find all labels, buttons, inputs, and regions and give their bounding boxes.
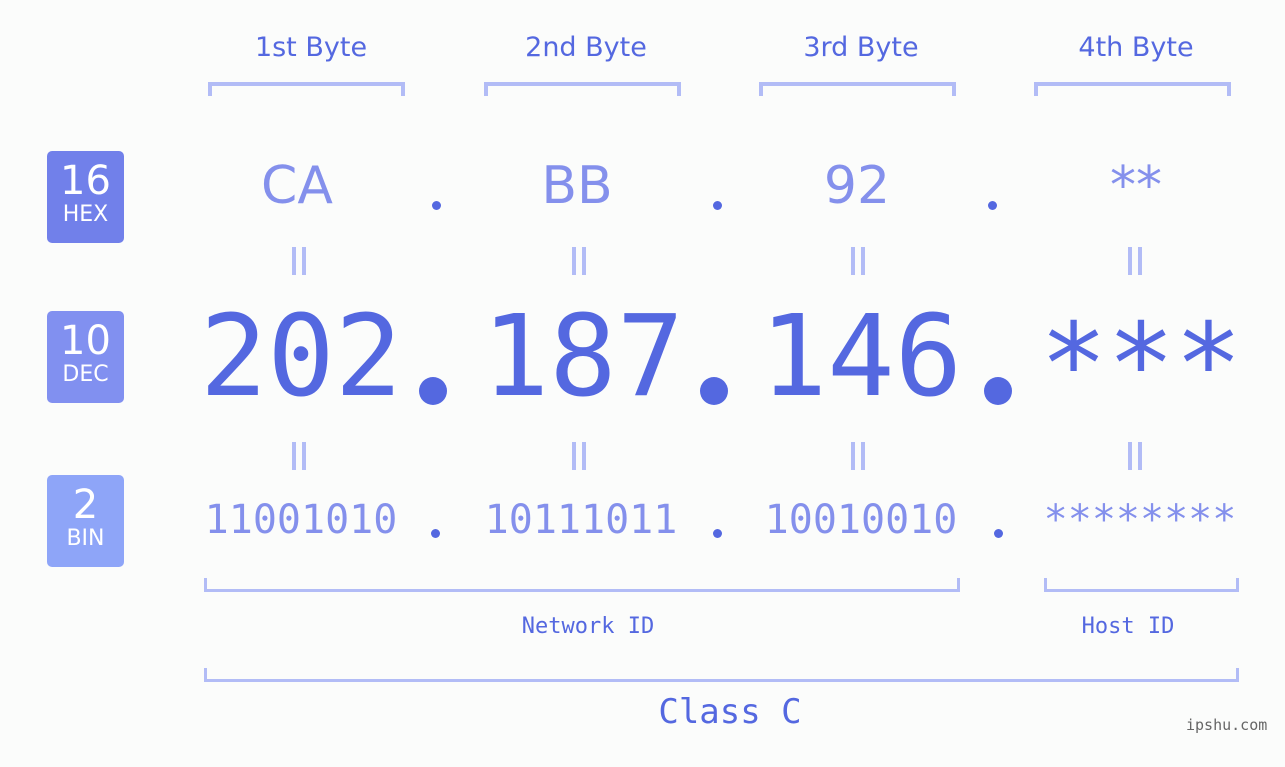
network-id-label: Network ID: [521, 614, 655, 639]
host-id-label: Host ID: [1081, 614, 1175, 639]
hex-label: HEX: [62, 202, 109, 227]
equals-icon: [572, 442, 586, 470]
bin-value-3: 10010010: [764, 497, 958, 543]
hex-value-2: BB: [541, 156, 613, 216]
class-bracket: [204, 668, 1239, 682]
bin-base: 2: [72, 482, 99, 528]
byte-bracket-4: [1034, 82, 1231, 96]
hex-value-4: **: [1110, 156, 1162, 216]
dec-base: 10: [60, 318, 111, 364]
dec-value-1: 202: [199, 292, 403, 422]
class-label: Class C: [658, 692, 802, 732]
bin-label: BIN: [66, 526, 105, 551]
dec-value-3: 146: [759, 292, 963, 422]
hex-base: 16: [60, 158, 111, 204]
equals-icon: [1128, 247, 1142, 275]
equals-icon: [572, 247, 586, 275]
dec-value-2: 187: [481, 292, 685, 422]
bin-separator-dot: [431, 529, 440, 538]
dec-value-4: ***: [1039, 300, 1243, 430]
dec-separator-dot: [984, 377, 1012, 405]
bin-separator-dot: [994, 529, 1003, 538]
equals-icon: [851, 442, 865, 470]
equals-icon: [292, 442, 306, 470]
byte-label-1: 1st Byte: [254, 32, 368, 63]
dec-separator-dot: [419, 377, 447, 405]
bin-value-4: ********: [1043, 497, 1237, 543]
byte-label-3: 3rd Byte: [803, 32, 919, 63]
equals-icon: [851, 247, 865, 275]
network-id-bracket: [204, 578, 960, 592]
bin-value-2: 10111011: [484, 497, 678, 543]
bin-value-1: 11001010: [204, 497, 398, 543]
dec-label: DEC: [62, 362, 109, 387]
byte-bracket-2: [484, 82, 681, 96]
dec-badge: 10 DEC: [47, 311, 124, 403]
hex-value-1: CA: [261, 156, 333, 216]
equals-icon: [292, 247, 306, 275]
hex-badge: 16 HEX: [47, 151, 124, 243]
equals-icon: [1128, 442, 1142, 470]
byte-label-2: 2nd Byte: [525, 32, 647, 63]
dec-separator-dot: [700, 377, 728, 405]
watermark: ipshu.com: [1186, 716, 1268, 734]
bin-badge: 2 BIN: [47, 475, 124, 567]
bin-separator-dot: [713, 529, 722, 538]
byte-bracket-1: [208, 82, 405, 96]
host-id-bracket: [1044, 578, 1239, 592]
byte-bracket-3: [759, 82, 956, 96]
hex-separator-dot: [432, 201, 441, 210]
hex-separator-dot: [988, 201, 997, 210]
hex-separator-dot: [713, 201, 722, 210]
hex-value-3: 92: [823, 156, 891, 216]
byte-label-4: 4th Byte: [1078, 32, 1194, 63]
